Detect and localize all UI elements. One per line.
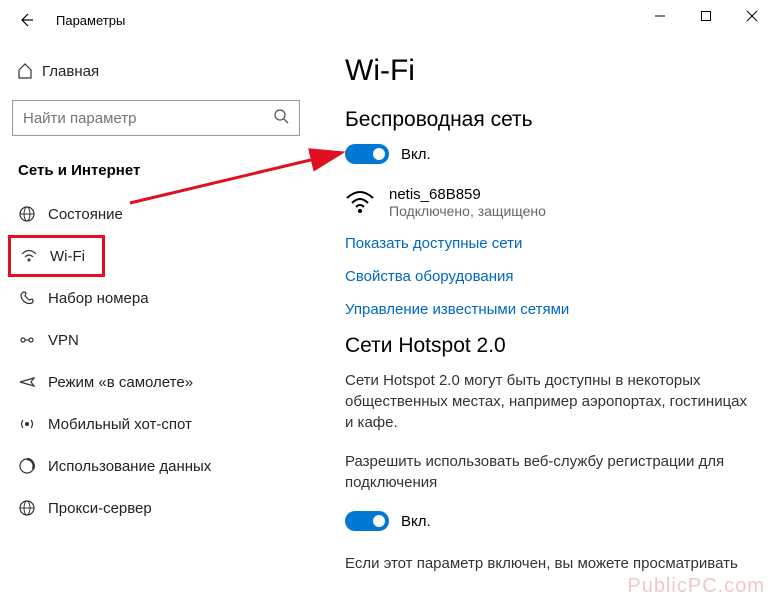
wifi-icon	[20, 247, 50, 265]
maximize-button[interactable]	[683, 0, 729, 32]
dialup-icon	[18, 289, 48, 307]
content-area: Wi-Fi Беспроводная сеть Вкл. netis_68B85…	[325, 40, 775, 606]
sidebar-item-hotspot[interactable]: Мобильный хот-спот	[6, 403, 325, 445]
section-title: Сеть и Интернет	[6, 154, 325, 193]
nav-label: Набор номера	[48, 290, 149, 307]
globe-icon	[18, 205, 48, 223]
back-button[interactable]	[14, 8, 38, 32]
sidebar-item-status[interactable]: Состояние	[6, 193, 325, 235]
nav-label: Wi-Fi	[50, 248, 85, 265]
hotspot20-title: Сети Hotspot 2.0	[345, 334, 755, 358]
sidebar-item-proxy[interactable]: Прокси-сервер	[6, 487, 325, 529]
network-name: netis_68B859	[389, 186, 546, 203]
network-status: Подключено, защищено	[389, 203, 546, 219]
search-box[interactable]	[12, 100, 300, 136]
vpn-icon	[18, 331, 48, 349]
nav-label: Прокси-сервер	[48, 500, 152, 517]
close-button[interactable]	[729, 0, 775, 32]
nav-label: Состояние	[48, 206, 123, 223]
wireless-toggle-label: Вкл.	[401, 146, 431, 163]
hotspot20-toggle-label: Вкл.	[401, 513, 431, 530]
wifi-signal-icon	[345, 188, 381, 219]
hotspot20-footer: Если этот параметр включен, вы можете пр…	[345, 553, 755, 574]
sidebar-item-data-usage[interactable]: Использование данных	[6, 445, 325, 487]
nav-label: Режим «в самолете»	[48, 374, 193, 391]
minimize-button[interactable]	[637, 0, 683, 32]
nav-label: VPN	[48, 332, 79, 349]
hotspot20-permit-label: Разрешить использовать веб-службу регист…	[345, 451, 755, 493]
current-network[interactable]: netis_68B859 Подключено, защищено	[345, 186, 755, 219]
sidebar-item-dialup[interactable]: Набор номера	[6, 277, 325, 319]
sidebar-item-wifi[interactable]: Wi-Fi	[8, 235, 105, 277]
search-icon	[273, 108, 289, 129]
wireless-toggle[interactable]	[345, 144, 389, 164]
hotspot20-desc: Сети Hotspot 2.0 могут быть доступны в н…	[345, 370, 755, 433]
home-label: Главная	[42, 63, 99, 80]
link-show-networks[interactable]: Показать доступные сети	[345, 235, 755, 252]
link-manage-known[interactable]: Управление известными сетями	[345, 301, 755, 318]
sidebar: Главная Сеть и Интернет Состояние Wi-Fi …	[0, 40, 325, 606]
nav-label: Использование данных	[48, 458, 211, 475]
hotspot20-toggle[interactable]	[345, 511, 389, 531]
hotspot-icon	[18, 415, 48, 433]
home-icon	[16, 62, 42, 80]
home-nav[interactable]: Главная	[6, 52, 325, 90]
proxy-icon	[18, 499, 48, 517]
window-title: Параметры	[56, 13, 125, 28]
wireless-title: Беспроводная сеть	[345, 108, 755, 132]
watermark: PublicPC.com	[627, 575, 765, 598]
page-heading: Wi-Fi	[345, 54, 755, 88]
link-hardware-props[interactable]: Свойства оборудования	[345, 268, 755, 285]
airplane-icon	[18, 373, 48, 391]
data-usage-icon	[18, 457, 48, 475]
sidebar-item-vpn[interactable]: VPN	[6, 319, 325, 361]
search-input[interactable]	[23, 110, 273, 127]
nav-label: Мобильный хот-спот	[48, 416, 192, 433]
sidebar-item-airplane[interactable]: Режим «в самолете»	[6, 361, 325, 403]
